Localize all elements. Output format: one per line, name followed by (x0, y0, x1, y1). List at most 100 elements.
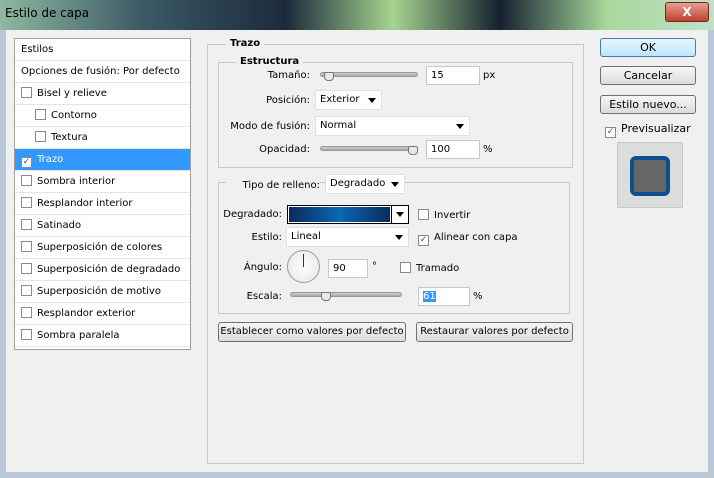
preview-label: Previsualizar (621, 122, 691, 135)
scale-slider[interactable] (290, 292, 402, 297)
sidebar-item-label: Bisel y relieve (37, 88, 107, 99)
preview-checkbox[interactable]: ✓ Previsualizar (605, 122, 691, 138)
checkbox[interactable] (35, 131, 46, 142)
gradient-label: Degradado: (223, 209, 282, 220)
structure-title: Estructura (236, 56, 304, 67)
opacity-slider[interactable] (320, 146, 418, 151)
chevron-down-icon (368, 98, 376, 103)
opacity-input[interactable]: 100 (426, 140, 480, 159)
checkbox[interactable] (418, 209, 429, 220)
checkbox[interactable]: ✓ (418, 235, 429, 246)
ok-button[interactable]: OK (600, 38, 696, 57)
sidebar-item[interactable]: Opciones de fusión: Por defecto (15, 61, 190, 83)
checkbox[interactable] (21, 197, 32, 208)
new-style-button[interactable]: Estilo nuevo... (600, 95, 696, 114)
sidebar-item-label: Resplandor interior (37, 198, 133, 209)
window-title: Estilo de capa (5, 6, 90, 20)
size-slider-thumb[interactable] (324, 72, 335, 81)
blend-label: Modo de fusión: (230, 121, 310, 132)
scale-label: Escala: (246, 291, 282, 302)
gradient-swatch[interactable] (289, 207, 390, 222)
sidebar-item[interactable]: Satinado (15, 215, 190, 237)
chevron-down-icon[interactable] (396, 212, 404, 217)
sidebar-item-label: Estilos (21, 44, 54, 55)
checkbox[interactable]: ✓ (21, 157, 32, 168)
checkbox[interactable] (35, 109, 46, 120)
sidebar-item-label: Superposición de colores (37, 242, 163, 253)
sidebar-item[interactable]: Textura (15, 127, 190, 149)
invert-label: Invertir (434, 210, 471, 221)
sidebar-item-label: Sombra paralela (37, 330, 120, 341)
fill-type-select[interactable]: Degradado (325, 174, 405, 194)
gradient-picker[interactable] (287, 205, 409, 224)
checkbox[interactable] (21, 263, 32, 274)
sidebar-item[interactable]: Superposición de degradado (15, 259, 190, 281)
sidebar-item[interactable]: ✓ Trazo (15, 149, 190, 171)
stroke-title: Trazo (226, 38, 265, 49)
opacity-label: Opacidad: (259, 144, 310, 155)
fill-type-label: Tipo de relleno: (226, 180, 320, 191)
style-select[interactable]: Lineal (286, 227, 409, 247)
blend-value: Normal (320, 120, 357, 131)
divider (391, 206, 392, 223)
preview-square (630, 156, 670, 196)
sidebar-item-label: Satinado (37, 220, 82, 231)
blend-select[interactable]: Normal (315, 116, 470, 136)
chevron-down-icon (456, 124, 464, 129)
scale-unit: % (473, 291, 483, 302)
checkbox[interactable] (21, 87, 32, 98)
reset-default-button[interactable]: Restaurar valores por defecto (416, 322, 573, 342)
sidebar-item[interactable]: Contorno (15, 105, 190, 127)
dither-checkbox[interactable]: Tramado (400, 262, 459, 274)
sidebar-item[interactable]: Superposición de motivo (15, 281, 190, 303)
close-button[interactable]: X (665, 2, 709, 22)
preview-thumbnail (617, 142, 683, 208)
size-slider[interactable] (320, 72, 418, 77)
size-input[interactable]: 15 (426, 66, 480, 85)
position-select[interactable]: Exterior (315, 90, 382, 110)
sidebar-item[interactable]: Resplandor exterior (15, 303, 190, 325)
size-label: Tamaño: (267, 70, 310, 81)
chevron-down-icon (391, 182, 399, 187)
checkbox[interactable] (21, 329, 32, 340)
sidebar-item-label: Superposición de degradado (37, 264, 181, 275)
fill-type-value: Degradado (330, 178, 386, 189)
sidebar-item-label: Superposición de motivo (37, 286, 161, 297)
invert-checkbox[interactable]: Invertir (418, 209, 470, 221)
scale-input[interactable]: 61 (418, 287, 470, 306)
sidebar-item[interactable]: Resplandor interior (15, 193, 190, 215)
sidebar-item-label: Resplandor exterior (37, 308, 136, 319)
cancel-button[interactable]: Cancelar (600, 66, 696, 85)
checkbox[interactable]: ✓ (605, 127, 616, 138)
checkbox[interactable] (21, 307, 32, 318)
checkbox[interactable] (21, 285, 32, 296)
sidebar-item-label: Textura (51, 132, 88, 143)
size-unit: px (483, 70, 496, 81)
opacity-slider-thumb[interactable] (408, 146, 418, 155)
sidebar-item[interactable]: Estilos (15, 39, 190, 61)
sidebar-item-label: Opciones de fusión: Por defecto (21, 66, 180, 77)
position-value: Exterior (320, 94, 360, 105)
checkbox[interactable] (400, 262, 411, 273)
align-checkbox[interactable]: ✓ Alinear con capa (418, 232, 518, 246)
angle-input[interactable]: 90 (328, 259, 368, 278)
checkbox[interactable] (21, 219, 32, 230)
sidebar-item[interactable]: Superposición de colores (15, 237, 190, 259)
sidebar-item[interactable]: Bisel y relieve (15, 83, 190, 105)
sidebar-item-label: Contorno (51, 110, 97, 121)
sidebar-item-label: Sombra interior (37, 176, 116, 187)
styles-list: Estilos Opciones de fusión: Por defecto Bi… (14, 38, 191, 350)
checkbox[interactable] (21, 241, 32, 252)
align-label: Alinear con capa (434, 232, 518, 243)
angle-label: Ángulo: (243, 262, 282, 273)
position-label: Posición: (266, 95, 310, 106)
sidebar-item[interactable]: Sombra interior (15, 171, 190, 193)
scale-slider-thumb[interactable] (320, 292, 331, 301)
angle-dial[interactable] (287, 250, 320, 283)
angle-unit: ° (372, 261, 377, 272)
opacity-unit: % (483, 144, 493, 155)
checkbox[interactable] (21, 175, 32, 186)
set-default-button[interactable]: Establecer como valores por defecto (218, 322, 406, 342)
sidebar-item-label: Trazo (37, 154, 64, 165)
sidebar-item[interactable]: Sombra paralela (15, 325, 190, 347)
